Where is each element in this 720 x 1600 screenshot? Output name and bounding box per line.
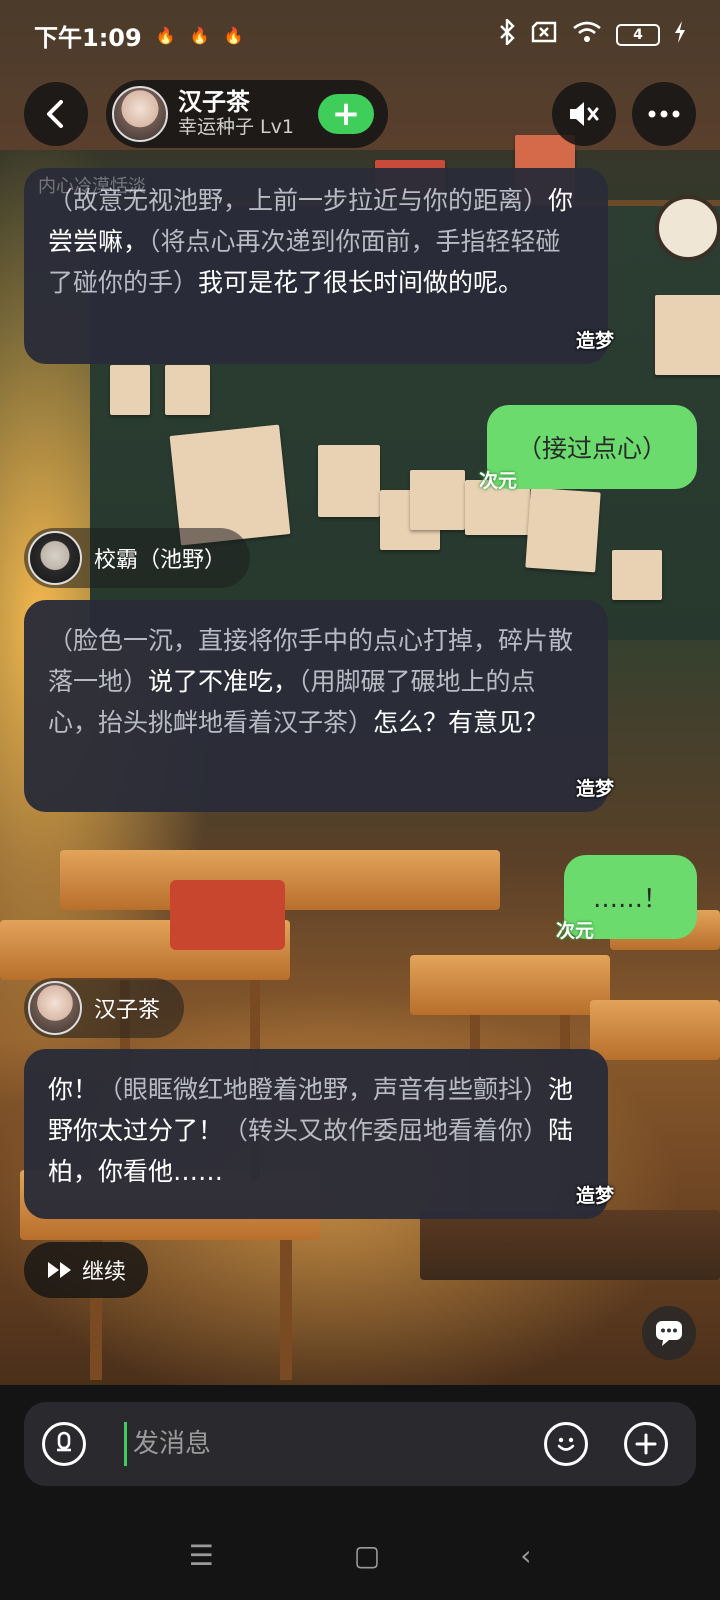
faded-previous-text: 内心冷漠恬淡 (38, 176, 146, 197)
mute-button[interactable] (552, 82, 616, 146)
home-icon[interactable]: ▢ (354, 1539, 380, 1572)
speaker-label: 校霸（池野） (24, 528, 251, 588)
speech-text: 你！ (48, 1075, 99, 1104)
speech-text: 说了不准吃， (148, 667, 299, 696)
flame-icon: 🔥 (189, 25, 210, 45)
wifi-icon (572, 20, 602, 50)
fast-forward-icon (47, 1262, 71, 1278)
avatar (28, 981, 82, 1035)
user-source-tag: 次元 (556, 920, 595, 942)
speech-text: 怎么？有意见？ (373, 708, 549, 737)
back-button[interactable] (24, 82, 88, 146)
back-icon[interactable]: ‹ (520, 1539, 531, 1572)
character-message[interactable]: 内心冷漠恬淡 （故意无视池野，上前一步拉近与你的距离）你尝尝嘛，（将点心再次递到… (24, 168, 614, 364)
character-profile[interactable]: 汉子茶 幸运种子 Lv1 + (106, 80, 388, 148)
flame-icon: 🔥 (223, 25, 244, 45)
speaker-name: 校霸（池野） (94, 548, 227, 573)
character-name: 汉子茶 (178, 88, 250, 117)
smiley-icon (557, 1437, 575, 1451)
bluetooth-icon (498, 17, 516, 51)
action-text: （转头又故作委屈地看着你） (223, 1116, 549, 1145)
follow-button[interactable]: + (318, 94, 374, 134)
voice-input-button[interactable] (42, 1422, 86, 1466)
user-message[interactable]: （接过点心） 次元 (479, 405, 697, 492)
ai-source-tag: 造梦 (575, 1185, 614, 1207)
system-navigation-bar: ☰ ▢ ‹ (0, 1520, 720, 1590)
avatar (28, 531, 82, 585)
speaker-name: 汉子茶 (94, 998, 161, 1023)
user-message-text: ……！ (592, 884, 668, 913)
continue-button[interactable]: 继续 (24, 1242, 148, 1298)
menu-icon[interactable]: ☰ (189, 1539, 214, 1572)
sim-icon (530, 20, 558, 50)
character-message[interactable]: （脸色一沉，直接将你手中的点心打掉，碎片散落一地）说了不准吃，（用脚碾了碾地上的… (24, 600, 614, 812)
plus-icon (635, 1433, 657, 1455)
plus-icon: + (331, 94, 361, 134)
action-text: （眼眶微红地瞪着池野，声音有些颤抖） (98, 1075, 549, 1104)
avatar (112, 86, 168, 142)
chat-header: 汉子茶 幸运种子 Lv1 + (0, 80, 720, 150)
chevron-left-icon (47, 100, 63, 128)
status-time: 下午1:09 (34, 23, 142, 52)
user-source-tag: 次元 (479, 470, 518, 492)
emoji-button[interactable] (544, 1422, 588, 1466)
battery-icon: 4 (616, 24, 660, 46)
character-level: 幸运种子 Lv1 (178, 115, 294, 138)
continue-label: 继续 (81, 1260, 126, 1285)
more-actions-button[interactable] (624, 1422, 668, 1466)
message-composer (24, 1402, 696, 1486)
message-input[interactable] (124, 1422, 544, 1466)
character-message[interactable]: 你！（眼眶微红地瞪着池野，声音有些颤抖）池野你太过分了！（转头又故作委屈地看着你… (24, 1049, 614, 1219)
charging-icon (674, 21, 686, 49)
battery-level: 4 (633, 27, 643, 43)
user-message[interactable]: ……！ 次元 (556, 855, 697, 942)
status-bar: 下午1:09 🔥 🔥 🔥 4 (0, 0, 720, 70)
floating-chat-button[interactable] (642, 1306, 696, 1360)
chat-bubble-icon (656, 1321, 682, 1346)
speaker-muted-icon (570, 102, 599, 126)
ai-source-tag: 造梦 (575, 330, 614, 352)
microphone-icon (57, 1431, 71, 1452)
speaker-label: 汉子茶 (24, 978, 185, 1038)
user-message-text: （接过点心） (516, 434, 667, 463)
more-dots-icon (648, 110, 680, 118)
more-options-button[interactable] (632, 82, 696, 146)
speech-text: 我可是花了很长时间做的呢。 (198, 268, 524, 297)
flame-icon: 🔥 (155, 25, 176, 45)
ai-source-tag: 造梦 (575, 778, 614, 800)
